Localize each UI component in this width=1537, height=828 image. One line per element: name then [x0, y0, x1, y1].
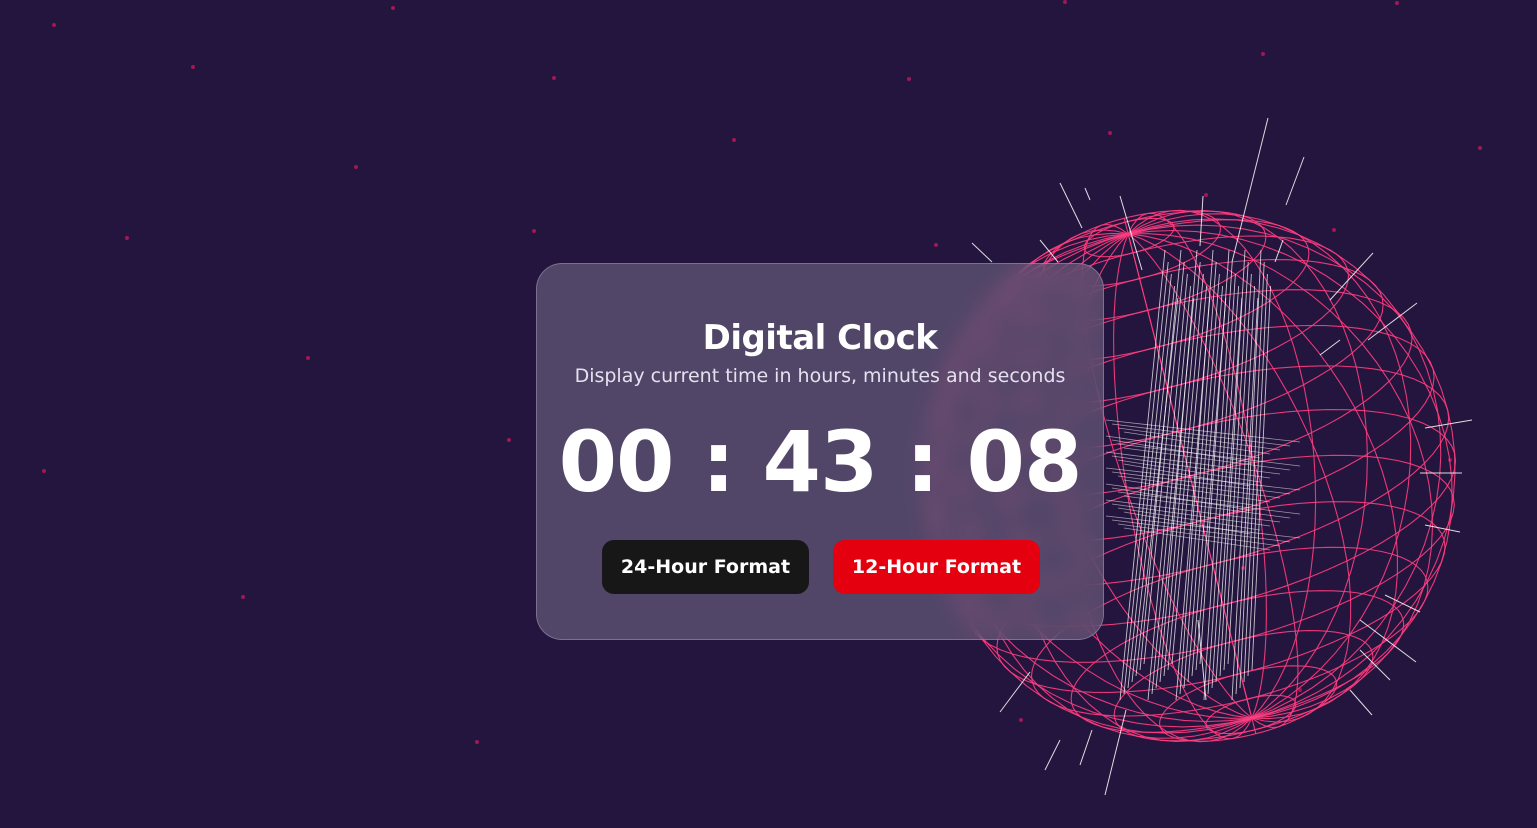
clock-subtitle: Display current time in hours, minutes a… — [574, 365, 1066, 387]
globe-strand-line — [1123, 527, 1271, 551]
star-dot-icon — [552, 76, 556, 80]
star-dot-icon — [1332, 228, 1336, 232]
star-dot-icon — [1478, 146, 1482, 150]
star-dot-icon — [125, 236, 129, 240]
star-dot-icon — [1395, 1, 1399, 5]
star-dot-icon — [391, 6, 395, 10]
star-dot-icon — [42, 469, 46, 473]
globe-spike-line — [1285, 156, 1305, 206]
globe-spike-line — [1329, 252, 1374, 301]
format-24-hour-button[interactable]: 24-Hour Format — [602, 540, 809, 594]
star-dot-icon — [306, 356, 310, 360]
page-background: Digital Clock Display current time in ho… — [0, 0, 1537, 828]
star-dot-icon — [1019, 718, 1023, 722]
star-dot-icon — [1108, 131, 1112, 135]
star-dot-icon — [241, 595, 245, 599]
globe-spike-line — [1424, 524, 1461, 533]
star-dot-icon — [907, 77, 911, 81]
globe-spike-line — [1059, 182, 1083, 229]
star-dot-icon — [934, 243, 938, 247]
star-dot-icon — [354, 165, 358, 169]
globe-spike-line — [1079, 729, 1093, 766]
star-dot-icon — [1261, 52, 1265, 56]
globe-spike-line — [1349, 689, 1373, 716]
clock-title: Digital Clock — [702, 318, 938, 358]
globe-strand-line — [1123, 447, 1291, 471]
globe-strand-line — [1111, 519, 1291, 543]
clock-time-display: 00 : 43 : 08 — [558, 413, 1083, 511]
globe-spike-line — [1319, 339, 1341, 356]
star-dot-icon — [52, 23, 56, 27]
star-dot-icon — [475, 740, 479, 744]
globe-spike-line — [1104, 709, 1127, 796]
clock-card: Digital Clock Display current time in ho… — [536, 263, 1104, 640]
star-dot-icon — [1063, 0, 1067, 4]
star-dot-icon — [532, 229, 536, 233]
star-dot-icon — [732, 138, 736, 142]
globe-strand-line — [1235, 297, 1259, 695]
globe-spike-line — [971, 242, 993, 263]
globe-spike-line — [1084, 187, 1091, 201]
globe-spike-line — [999, 671, 1031, 713]
format-12-hour-button[interactable]: 12-Hour Format — [833, 540, 1040, 594]
globe-strand-line — [1123, 495, 1291, 519]
star-dot-icon — [507, 438, 511, 442]
globe-spike-line — [1231, 117, 1269, 263]
globe-spike-line — [1044, 739, 1061, 771]
star-dot-icon — [1204, 193, 1208, 197]
star-dot-icon — [191, 65, 195, 69]
